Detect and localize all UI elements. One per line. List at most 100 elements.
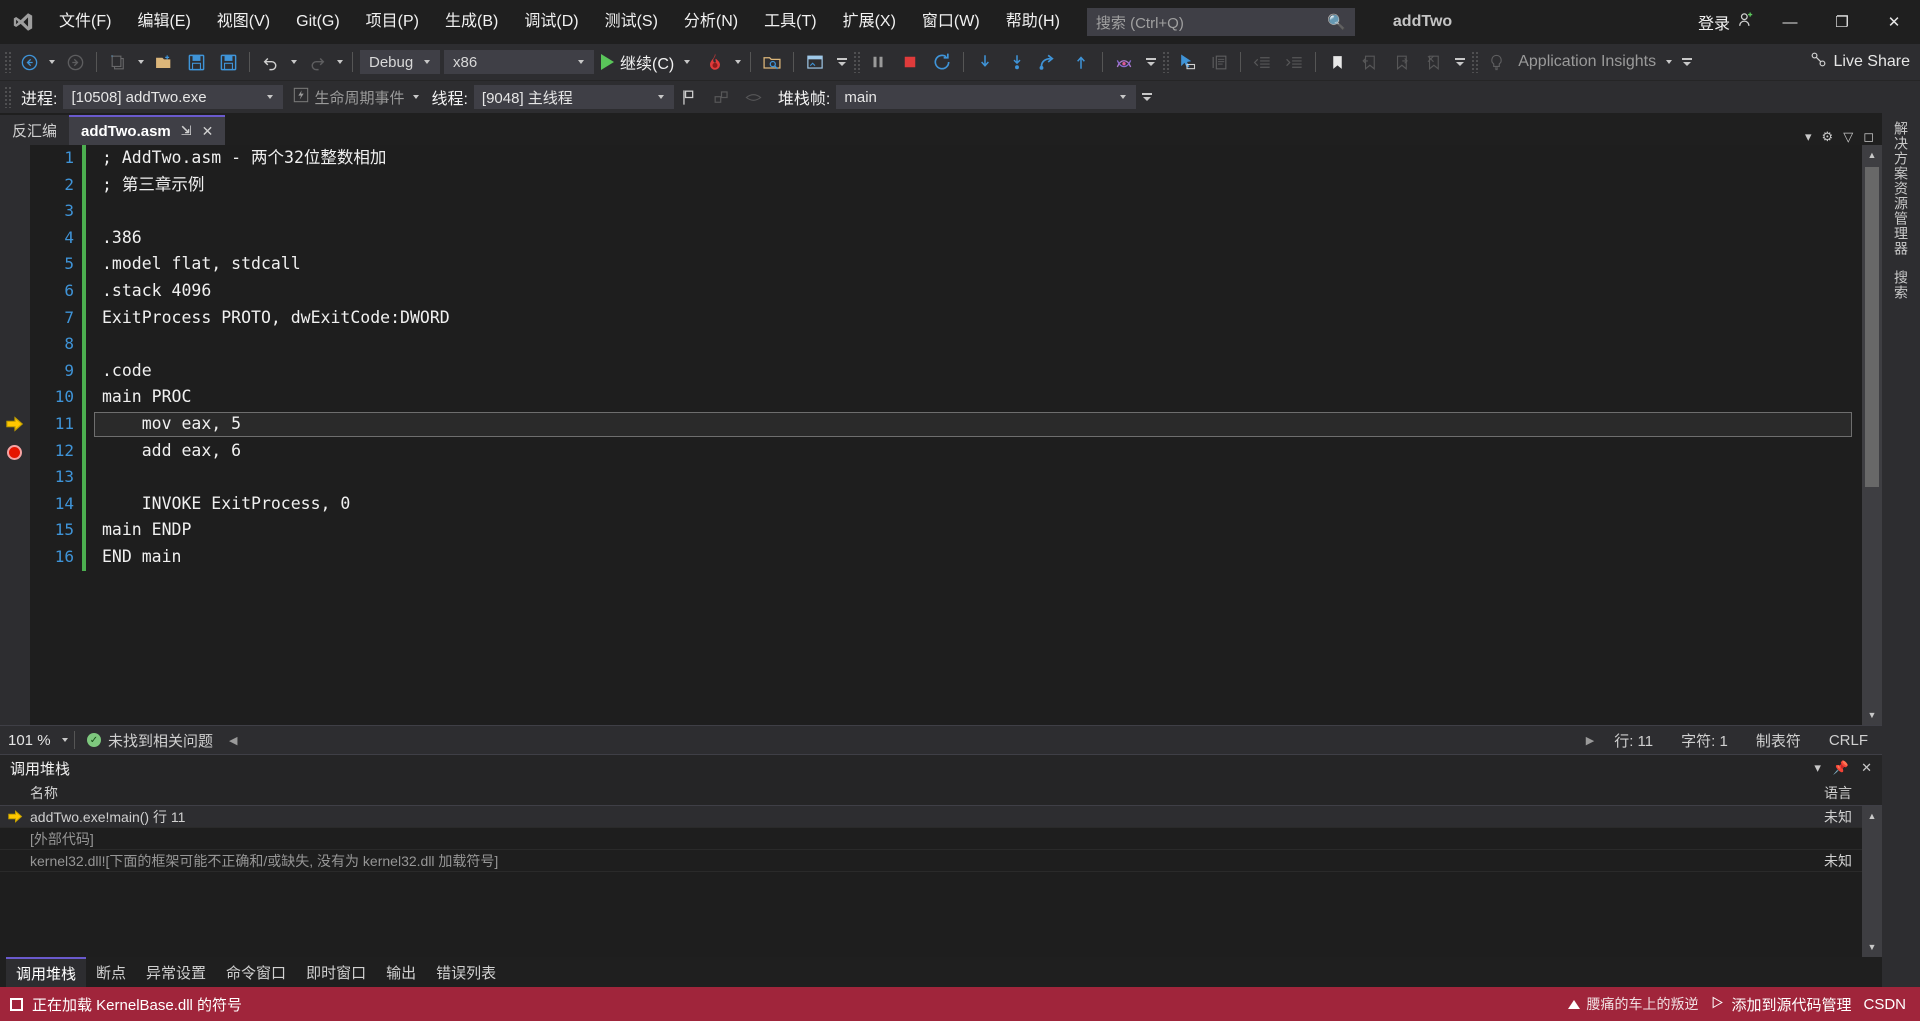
undo-dropdown-icon[interactable] xyxy=(291,60,297,64)
tab-disassembly[interactable]: 反汇编 xyxy=(0,115,70,145)
application-insights-button[interactable]: Application Insights xyxy=(1512,53,1662,71)
search-input[interactable]: 搜索 (Ctrl+Q) 🔍 xyxy=(1086,8,1355,36)
scrollbar-thumb[interactable] xyxy=(1865,167,1879,487)
increase-indent-icon[interactable] xyxy=(1278,48,1310,76)
continue-button[interactable]: 继续(C) xyxy=(596,48,699,76)
call-stack-rows[interactable]: addTwo.exe!main() 行 11 未知 [外部代码] kernel3… xyxy=(0,806,1882,957)
glyph-margin[interactable] xyxy=(0,145,30,725)
editor-vertical-scrollbar[interactable]: ▲ ▼ xyxy=(1862,145,1882,725)
decrease-indent-icon[interactable] xyxy=(1246,48,1278,76)
sign-in-button[interactable]: 登录 xyxy=(1690,10,1764,35)
thread-select[interactable]: [9048] 主线程 xyxy=(473,85,674,109)
menu-edit[interactable]: 编辑(E) xyxy=(124,0,203,44)
menu-extensions[interactable]: 扩展(X) xyxy=(830,0,909,44)
restore-button[interactable]: ❐ xyxy=(1816,0,1868,44)
table-row[interactable]: [外部代码] xyxy=(0,828,1882,850)
tab-command-window[interactable]: 命令窗口 xyxy=(216,958,296,986)
scroll-up-icon[interactable]: ▲ xyxy=(1862,145,1882,165)
threads-overflow-icon[interactable] xyxy=(1140,58,1162,66)
restart-icon[interactable] xyxy=(926,48,958,76)
redo-dropdown-icon[interactable] xyxy=(337,60,343,64)
tab-breakpoints[interactable]: 断点 xyxy=(86,958,136,986)
close-tab-icon[interactable]: ✕ xyxy=(202,123,214,140)
tab-immediate-window[interactable]: 即时窗口 xyxy=(296,958,376,986)
close-icon[interactable]: ✕ xyxy=(1861,760,1872,776)
tab-exception-settings[interactable]: 异常设置 xyxy=(136,958,216,986)
menu-git[interactable]: Git(G) xyxy=(283,0,353,44)
step-out-icon[interactable] xyxy=(1065,48,1097,76)
solution-configuration-select[interactable]: Debug xyxy=(360,50,440,74)
menu-help[interactable]: 帮助(H) xyxy=(993,0,1073,44)
threads-icon[interactable] xyxy=(1108,48,1140,76)
column-header-language[interactable]: 语言 xyxy=(1824,783,1882,803)
hot-reload-dropdown-icon[interactable] xyxy=(735,60,742,64)
parallel-stacks-icon[interactable] xyxy=(738,83,770,111)
solution-platform-select[interactable]: x86 xyxy=(444,50,594,74)
close-button[interactable]: ✕ xyxy=(1868,0,1920,44)
undo-icon[interactable] xyxy=(255,48,287,76)
save-icon[interactable] xyxy=(180,48,212,76)
menu-window[interactable]: 窗口(W) xyxy=(909,0,993,44)
table-row[interactable]: kernel32.dll![下面的框架可能不正确和/或缺失, 没有为 kerne… xyxy=(0,850,1882,872)
source-control-button[interactable]: 添加到源代码管理 xyxy=(1710,994,1851,1015)
call-stack-scrollbar[interactable]: ▲ ▼ xyxy=(1862,806,1882,957)
navigate-backward-dropdown-icon[interactable] xyxy=(49,60,55,64)
scroll-down-icon[interactable]: ▼ xyxy=(1862,705,1882,725)
lightbulb-icon[interactable] xyxy=(1480,48,1512,76)
solution-explorer-tab[interactable]: 解决方案资源管理器 xyxy=(1891,117,1911,260)
table-row[interactable]: addTwo.exe!main() 行 11 未知 xyxy=(0,806,1882,828)
hot-reload-icon[interactable] xyxy=(699,48,731,76)
minimize-button[interactable]: — xyxy=(1764,0,1816,44)
line-ending-indicator[interactable]: CRLF xyxy=(1815,732,1882,749)
toolbar-overflow-icon[interactable] xyxy=(1676,58,1698,66)
chevron-down-icon[interactable]: ▾ xyxy=(1814,760,1821,776)
problems-indicator[interactable]: ✓ 未找到相关问题 xyxy=(75,730,225,751)
chevron-down-icon[interactable]: ▾ xyxy=(1805,129,1812,145)
toolbar-grip[interactable] xyxy=(4,51,13,73)
debug-toolbar-grip[interactable] xyxy=(4,86,13,108)
tab-addtwo-asm[interactable]: addTwo.asm ⇲ ✕ xyxy=(69,115,226,145)
navigate-backward-icon[interactable] xyxy=(13,48,45,76)
indentation-mode-indicator[interactable]: 制表符 xyxy=(1742,730,1815,751)
new-project-icon[interactable] xyxy=(102,48,134,76)
code-text-area[interactable]: 1 ; AddTwo.asm - 两个32位整数相加 2 ; 第三章示例 3 4 .3… xyxy=(30,145,1862,725)
live-share-button[interactable]: Live Share xyxy=(1799,50,1920,74)
attach-to-process-icon[interactable] xyxy=(756,48,788,76)
toolbar-grip-2[interactable] xyxy=(853,51,863,73)
pointer-select-icon[interactable] xyxy=(1171,48,1203,76)
zoom-level-select[interactable]: 101 % xyxy=(0,727,74,753)
pin-tab-icon[interactable]: ⇲ xyxy=(181,123,192,139)
problems-next-icon[interactable]: ▶ xyxy=(1586,734,1600,747)
continue-dropdown-icon[interactable] xyxy=(684,60,691,64)
comment-selection-icon[interactable] xyxy=(1203,48,1235,76)
navigate-forward-icon[interactable] xyxy=(59,48,91,76)
menu-view[interactable]: 视图(V) xyxy=(204,0,283,44)
flag-thread-icon[interactable] xyxy=(674,83,706,111)
window-layout-overflow-icon[interactable] xyxy=(831,58,853,66)
stack-frame-select[interactable]: main xyxy=(836,85,1137,109)
bookmarks-overflow-icon[interactable] xyxy=(1449,58,1471,66)
debug-toolbar-overflow-icon[interactable] xyxy=(1136,93,1158,101)
menu-project[interactable]: 项目(P) xyxy=(353,0,432,44)
tab-output[interactable]: 输出 xyxy=(376,958,426,986)
menu-debug[interactable]: 调试(D) xyxy=(511,0,591,44)
pin-icon[interactable]: 📌 xyxy=(1833,760,1849,776)
code-editor[interactable]: 1 ; AddTwo.asm - 两个32位整数相加 2 ; 第三章示例 3 4 .3… xyxy=(0,145,1882,725)
toolbar-grip-4[interactable] xyxy=(1471,51,1481,73)
open-file-icon[interactable] xyxy=(148,48,180,76)
previous-bookmark-icon[interactable] xyxy=(1353,48,1385,76)
menu-analyze[interactable]: 分析(N) xyxy=(671,0,751,44)
column-header-name[interactable]: 名称 xyxy=(0,783,1824,803)
save-all-icon[interactable] xyxy=(212,48,244,76)
step-into-icon[interactable] xyxy=(969,48,1001,76)
menu-test[interactable]: 测试(S) xyxy=(592,0,671,44)
menu-build[interactable]: 生成(B) xyxy=(432,0,511,44)
breakpoint-icon[interactable] xyxy=(7,445,22,460)
menu-file[interactable]: 文件(F) xyxy=(46,0,124,44)
break-all-icon[interactable] xyxy=(862,48,894,76)
scroll-down-icon[interactable]: ▼ xyxy=(1862,937,1882,957)
new-project-dropdown-icon[interactable] xyxy=(138,60,144,64)
problems-prev-icon[interactable]: ◀ xyxy=(225,734,237,747)
step-over-curve-icon[interactable] xyxy=(1033,48,1065,76)
menu-tools[interactable]: 工具(T) xyxy=(751,0,829,44)
